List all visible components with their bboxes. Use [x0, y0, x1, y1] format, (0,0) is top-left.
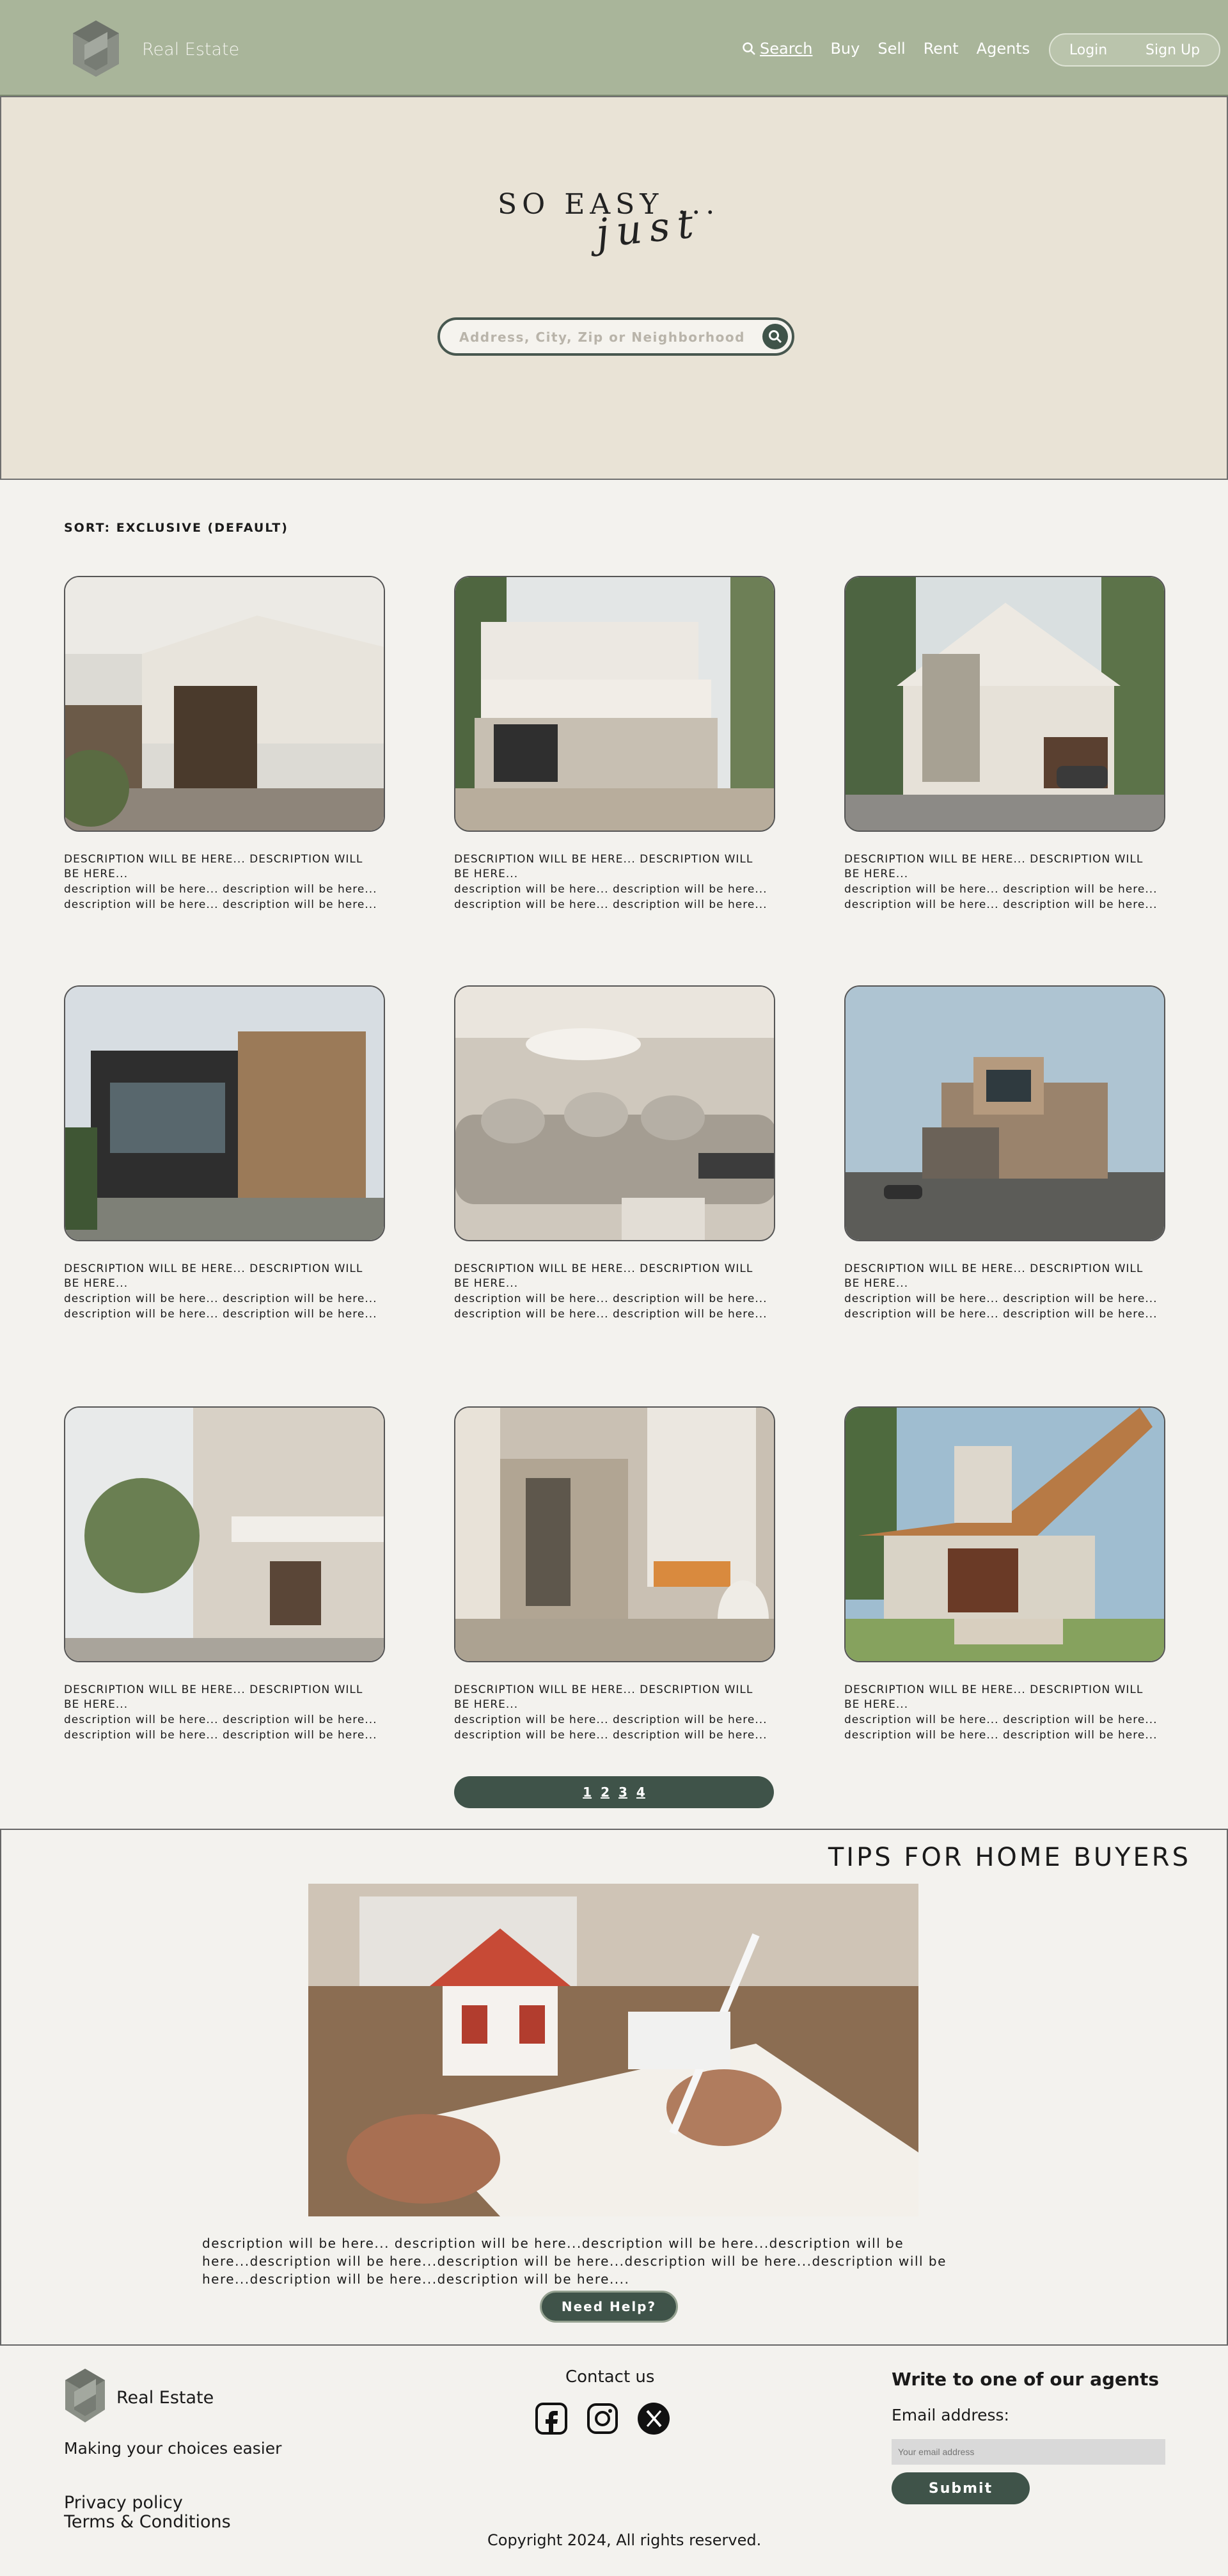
listing-title: DESCRIPTION WILL BE HERE... DESCRIPTION …	[454, 1262, 753, 1290]
listing-card[interactable]: DESCRIPTION WILL BE HERE... DESCRIPTION …	[454, 576, 775, 912]
nav-agents[interactable]: Agents	[977, 40, 1030, 58]
hero-search-bar[interactable]: Address, City, Zip or Neighborhood	[437, 317, 794, 356]
listing-desc: description will be here... description …	[454, 898, 767, 911]
listing-desc: description will be here... description …	[844, 1308, 1158, 1321]
nav-rent[interactable]: Rent	[924, 40, 959, 58]
site-header: Real Estate Search Buy Sell Rent Agents …	[0, 0, 1228, 96]
x-icon[interactable]	[636, 2401, 672, 2437]
listing-title: DESCRIPTION WILL BE HERE... DESCRIPTION …	[64, 853, 363, 880]
listing-photo[interactable]	[844, 985, 1165, 1241]
listing-desc: description will be here... description …	[64, 883, 377, 896]
tips-section: TIPS FOR HOME BUYERS description will be…	[0, 1829, 1228, 2346]
tips-photo	[308, 1884, 918, 2216]
listing-desc: description will be here... description …	[844, 1292, 1158, 1305]
tips-title: TIPS FOR HOME BUYERS	[828, 1843, 1191, 1872]
listing-desc: description will be here... description …	[454, 883, 767, 896]
listing-desc: description will be here... description …	[844, 1713, 1158, 1726]
nav-search[interactable]: Search	[742, 40, 812, 58]
listing-desc: description will be here... description …	[844, 1729, 1158, 1742]
listing-desc: description will be here... description …	[454, 1713, 767, 1726]
listing-desc: description will be here... description …	[844, 883, 1158, 896]
email-field[interactable]	[892, 2439, 1165, 2465]
listing-card[interactable]: DESCRIPTION WILL BE HERE... DESCRIPTION …	[844, 1406, 1165, 1743]
listing-card[interactable]: DESCRIPTION WILL BE HERE... DESCRIPTION …	[844, 985, 1165, 1322]
privacy-policy-link[interactable]: Privacy policy	[64, 2493, 183, 2513]
hexagon-logo-icon[interactable]	[64, 2367, 106, 2424]
listing-card[interactable]: DESCRIPTION WILL BE HERE... DESCRIPTION …	[64, 985, 385, 1322]
listing-photo[interactable]	[454, 576, 775, 832]
hero-search-input[interactable]: Address, City, Zip or Neighborhood	[459, 330, 745, 345]
listing-desc: description will be here... description …	[64, 1713, 377, 1726]
listing-card[interactable]: DESCRIPTION WILL BE HERE... DESCRIPTION …	[454, 985, 775, 1322]
listing-desc: description will be here... description …	[454, 1729, 767, 1742]
contact-title: Contact us	[565, 2367, 655, 2387]
listing-title: DESCRIPTION WILL BE HERE... DESCRIPTION …	[844, 1683, 1144, 1711]
social-links	[533, 2401, 672, 2437]
hexagon-logo-icon[interactable]	[72, 19, 120, 78]
instagram-icon[interactable]	[585, 2401, 620, 2437]
tips-text: description will be here... description …	[202, 2236, 947, 2287]
copyright: Copyright 2024, All rights reserved.	[487, 2531, 762, 2549]
listing-title: DESCRIPTION WILL BE HERE... DESCRIPTION …	[844, 1262, 1144, 1290]
sort-label[interactable]: SORT: EXCLUSIVE (DEFAULT)	[64, 521, 288, 535]
listing-desc: description will be here... description …	[454, 1308, 767, 1321]
terms-link[interactable]: Terms & Conditions	[64, 2512, 231, 2532]
signup-button[interactable]: Sign Up	[1145, 42, 1200, 58]
listing-photo[interactable]	[454, 1406, 775, 1662]
listing-desc: description will be here... description …	[64, 1308, 377, 1321]
listing-photo[interactable]	[844, 1406, 1165, 1662]
footer-brand[interactable]: Real Estate	[116, 2388, 214, 2408]
listing-desc: description will be here... description …	[844, 898, 1158, 911]
listing-card[interactable]: DESCRIPTION WILL BE HERE... DESCRIPTION …	[64, 576, 385, 912]
login-button[interactable]: Login	[1069, 42, 1107, 58]
listing-title: DESCRIPTION WILL BE HERE... DESCRIPTION …	[844, 853, 1144, 880]
page-link-2[interactable]: 2	[601, 1785, 610, 1800]
listing-photo[interactable]	[64, 985, 385, 1241]
listing-desc: description will be here... description …	[64, 1292, 377, 1305]
listing-card[interactable]: DESCRIPTION WILL BE HERE... DESCRIPTION …	[64, 1406, 385, 1743]
auth-group: Login Sign Up	[1049, 33, 1220, 67]
listing-photo[interactable]	[454, 985, 775, 1241]
page-link-4[interactable]: 4	[636, 1785, 645, 1800]
hero-search-button[interactable]	[762, 324, 788, 349]
main-nav: Search Buy Sell Rent Agents	[742, 40, 1030, 58]
submit-button[interactable]: Submit	[892, 2472, 1030, 2504]
listing-photo[interactable]	[844, 576, 1165, 832]
hero-section: SO EASY ... just Address, City, Zip or N…	[0, 96, 1228, 480]
listing-desc: description will be here... description …	[64, 898, 377, 911]
listing-photo[interactable]	[64, 1406, 385, 1662]
email-label: Email address:	[892, 2406, 1009, 2424]
nav-buy[interactable]: Buy	[830, 40, 860, 58]
listing-card[interactable]: DESCRIPTION WILL BE HERE... DESCRIPTION …	[454, 1406, 775, 1743]
need-help-button[interactable]: Need Help?	[540, 2291, 678, 2323]
footer-tagline: Making your choices easier	[64, 2439, 282, 2458]
listing-desc: description will be here... description …	[64, 1729, 377, 1742]
listing-title: DESCRIPTION WILL BE HERE... DESCRIPTION …	[454, 853, 753, 880]
nav-search-label: Search	[760, 40, 813, 58]
listing-desc: description will be here... description …	[454, 1292, 767, 1305]
pagination: 1 2 3 4	[454, 1776, 774, 1808]
listing-title: DESCRIPTION WILL BE HERE... DESCRIPTION …	[454, 1683, 753, 1711]
search-icon	[743, 42, 755, 55]
listing-card[interactable]: DESCRIPTION WILL BE HERE... DESCRIPTION …	[844, 576, 1165, 912]
page-link-3[interactable]: 3	[618, 1785, 627, 1800]
facebook-icon[interactable]	[533, 2401, 569, 2437]
page-link-1[interactable]: 1	[583, 1785, 592, 1800]
nav-sell[interactable]: Sell	[878, 40, 905, 58]
listing-photo[interactable]	[64, 576, 385, 832]
listing-title: DESCRIPTION WILL BE HERE... DESCRIPTION …	[64, 1683, 363, 1711]
listing-title: DESCRIPTION WILL BE HERE... DESCRIPTION …	[64, 1262, 363, 1290]
brand-name[interactable]: Real Estate	[142, 40, 239, 60]
agent-form-title: Write to one of our agents	[892, 2369, 1160, 2390]
hero-script-text: just	[594, 199, 704, 257]
search-icon	[769, 330, 782, 344]
